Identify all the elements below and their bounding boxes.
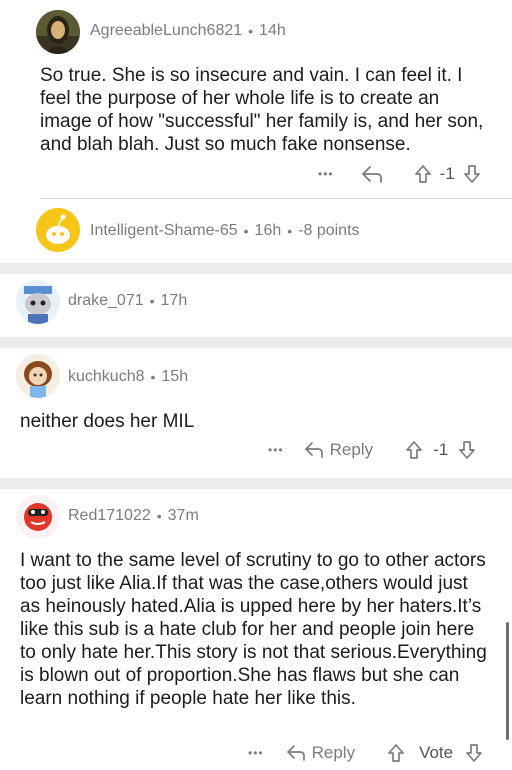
vote-count: -1 — [439, 164, 455, 183]
avatar[interactable] — [36, 10, 80, 54]
section-divider — [0, 337, 512, 348]
separator-dot: • — [150, 369, 156, 385]
timestamp: 37m — [167, 507, 199, 524]
comment-intelligent-shame-65: Intelligent-Shame-65 • 16h • -8 points — [0, 200, 512, 260]
vote-label: Vote — [419, 743, 454, 762]
username[interactable]: kuchkuch8 — [68, 368, 145, 386]
upvote-icon[interactable] — [405, 440, 423, 460]
downvote-icon[interactable] — [463, 164, 481, 184]
reply-button[interactable]: Reply — [286, 743, 355, 763]
comment-body: I want to the same level of scrutiny to … — [20, 550, 487, 709]
section-divider — [0, 478, 512, 489]
vote-count: -1 — [433, 440, 449, 459]
separator-dot: • — [149, 293, 155, 309]
reply-icon[interactable] — [360, 164, 384, 184]
separator-dot: • — [243, 223, 249, 239]
upvote-icon[interactable] — [387, 743, 405, 763]
timestamp: 17h — [160, 292, 188, 309]
reply-icon — [286, 744, 306, 762]
username[interactable]: Intelligent-Shame-65 — [90, 222, 238, 240]
avatar[interactable] — [16, 354, 60, 398]
separator-dot: • — [156, 508, 162, 524]
comment-body: neither does her MIL — [20, 411, 195, 432]
avatar[interactable] — [16, 495, 60, 539]
scrollbar[interactable] — [506, 622, 509, 740]
upvote-icon[interactable] — [414, 164, 432, 184]
points: -8 points — [298, 222, 360, 239]
separator-dot: • — [248, 23, 254, 39]
comment-red171022: Red171022 • 37m I want to the same level… — [0, 489, 512, 770]
downvote-icon[interactable] — [465, 743, 483, 763]
avatar[interactable] — [16, 280, 60, 324]
avatar[interactable] — [36, 208, 80, 252]
timestamp: 15h — [161, 368, 189, 385]
downvote-icon[interactable] — [458, 440, 476, 460]
section-divider — [0, 263, 512, 274]
username[interactable]: drake_071 — [68, 292, 144, 310]
username[interactable]: AgreeableLunch6821 — [90, 22, 242, 40]
more-options-button[interactable]: ••• — [248, 746, 264, 760]
username[interactable]: Red171022 — [68, 507, 151, 525]
comment-drake-071: drake_071 • 17h — [0, 274, 512, 334]
more-options-button[interactable]: ••• — [268, 443, 284, 457]
comment-agreeablelunch6821: AgreeableLunch6821 • 14h So true. She is… — [0, 0, 512, 210]
timestamp: 14h — [259, 22, 286, 39]
more-options-button[interactable]: ••• — [318, 167, 334, 181]
divider-line — [40, 198, 512, 199]
reply-icon — [304, 441, 324, 459]
timestamp: 16h — [254, 222, 282, 239]
reply-label: Reply — [329, 440, 374, 459]
reply-button[interactable]: Reply — [304, 440, 373, 460]
comment-kuchkuch8: kuchkuch8 • 15h neither does her MIL •••… — [0, 348, 512, 476]
reply-label: Reply — [311, 743, 356, 762]
comment-body: So true. She is so insecure and vain. I … — [40, 65, 484, 155]
separator-dot: • — [287, 223, 293, 239]
